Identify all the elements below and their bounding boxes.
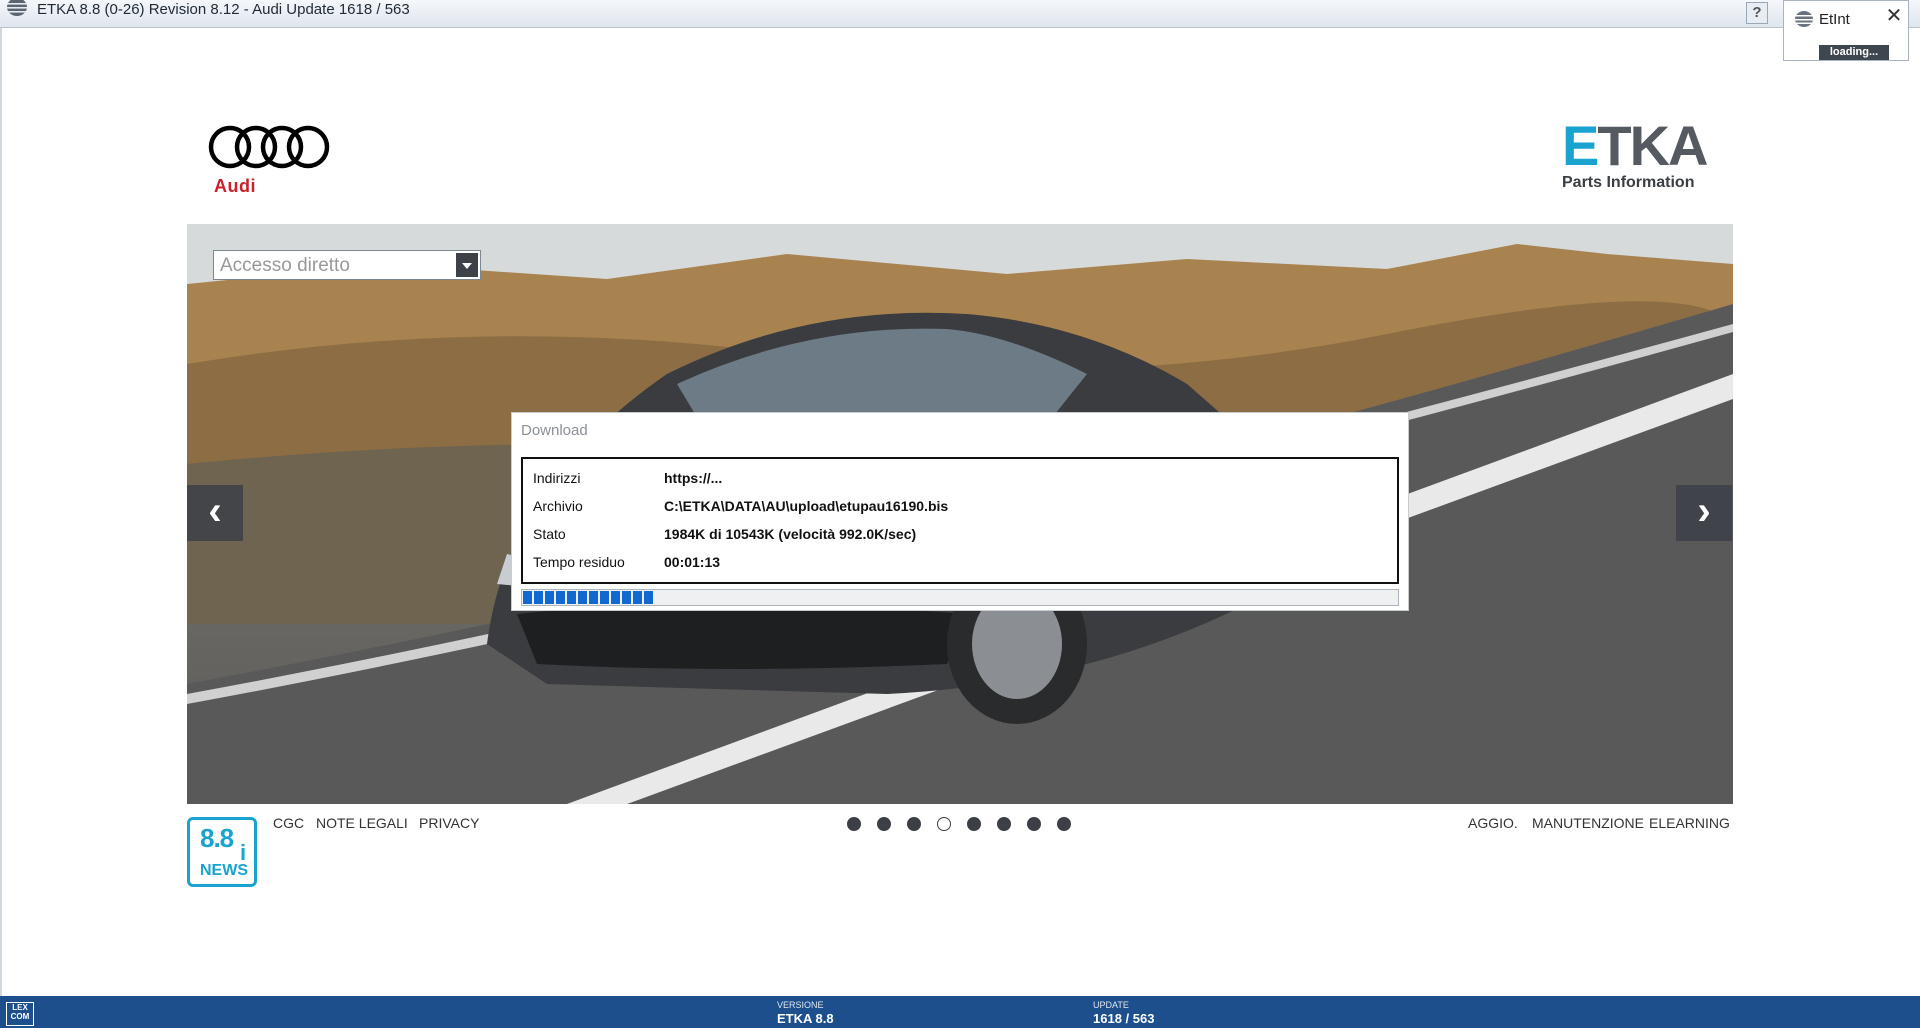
news-version: 8.8 <box>200 823 234 853</box>
download-info-box: Indirizzi https://... Archivio C:\ETKA\DAT… <box>521 457 1399 584</box>
help-button[interactable]: ? <box>1746 2 1768 24</box>
version-caption: VERSIONE <box>777 1000 824 1010</box>
version-value: ETKA 8.8 <box>777 1011 834 1026</box>
title-bar: ETKA 8.8 (0-26) Revision 8.12 - Audi Upd… <box>0 0 1920 28</box>
carousel-dot[interactable] <box>1027 817 1041 831</box>
link-note-legali[interactable]: NOTE LEGALI <box>316 815 408 831</box>
carousel-dot[interactable] <box>937 817 951 831</box>
carousel-dot[interactable] <box>1057 817 1071 831</box>
download-row-label: Indirizzi <box>533 470 581 486</box>
etka-wordmark: ETKA <box>1562 118 1708 174</box>
window-border <box>0 28 2 996</box>
window-title: ETKA 8.8 (0-26) Revision 8.12 - Audi Upd… <box>37 1 410 18</box>
download-dialog-title: Download <box>521 422 588 439</box>
download-row-value: 00:01:13 <box>664 554 721 570</box>
direct-access-dropdown[interactable]: Accesso diretto <box>213 250 481 280</box>
carousel-dot[interactable] <box>907 817 921 831</box>
etka-subtitle: Parts Information <box>1562 174 1695 191</box>
download-progress-fill <box>523 591 654 604</box>
update-caption: UPDATE <box>1093 1000 1129 1010</box>
audi-wordmark: Audi <box>214 176 256 196</box>
lexcom-logo-bottom: COM <box>10 1012 30 1021</box>
etka-wordmark-rest: TKA <box>1597 114 1708 177</box>
etint-title: EtInt <box>1819 11 1850 28</box>
carousel-next-button[interactable]: › <box>1676 485 1732 541</box>
download-row-value: C:\ETKA\DATA\AU\upload\etupau16190.bis <box>664 498 949 514</box>
download-row-label: Archivio <box>533 498 583 514</box>
link-elearning[interactable]: ELEARNING <box>1649 815 1730 831</box>
close-icon[interactable]: ✕ <box>1884 6 1904 27</box>
link-cgc[interactable]: CGC <box>273 815 304 831</box>
carousel-dot[interactable] <box>847 817 861 831</box>
download-row-archive: Archivio C:\ETKA\DATA\AU\upload\etupau161… <box>533 498 948 514</box>
link-aggio[interactable]: AGGIO. <box>1468 815 1518 831</box>
carousel-dot[interactable] <box>877 817 891 831</box>
etka-wordmark-e: E <box>1562 114 1599 177</box>
news-label: NEWS <box>200 862 248 879</box>
app-globe-icon[interactable] <box>6 0 28 18</box>
chevron-down-icon[interactable] <box>456 253 478 277</box>
update-value: 1618 / 563 <box>1093 1011 1155 1026</box>
download-row-address: Indirizzi https://... <box>533 470 722 486</box>
news-badge[interactable]: 8.8 i NEWS <box>187 817 257 887</box>
download-row-value: https://... <box>664 470 723 486</box>
etka-logo: ETKA Parts Information <box>1562 118 1708 192</box>
download-row-label: Tempo residuo <box>533 554 625 570</box>
download-row-value: 1984K di 10543K (velocità 992.0K/sec) <box>664 526 917 542</box>
audi-rings-logo <box>208 125 330 169</box>
link-privacy[interactable]: PRIVACY <box>419 815 479 831</box>
download-progress-bar <box>521 589 1399 606</box>
lexcom-logo: LEX COM <box>6 1002 34 1026</box>
download-row-status: Stato 1984K di 10543K (velocità 992.0K/se… <box>533 526 916 542</box>
etint-popup: EtInt ✕ loading... <box>1783 0 1909 61</box>
loading-indicator: loading... <box>1819 45 1889 60</box>
carousel-dot[interactable] <box>997 817 1011 831</box>
download-row-label: Stato <box>533 526 566 542</box>
download-dialog: Download Indirizzi https://... Archivio C:… <box>511 412 1409 611</box>
globe-icon <box>1795 11 1813 27</box>
download-row-time-left: Tempo residuo 00:01:13 <box>533 554 720 570</box>
link-manutenzione[interactable]: MANUTENZIONE <box>1532 815 1644 831</box>
lexcom-logo-top: LEX <box>12 1003 28 1012</box>
carousel-prev-button[interactable]: ‹ <box>187 485 243 541</box>
carousel-dot[interactable] <box>967 817 981 831</box>
status-bar: LEX COM VERSIONE ETKA 8.8 UPDATE 1618 / … <box>0 996 1920 1028</box>
direct-access-placeholder: Accesso diretto <box>220 255 350 276</box>
